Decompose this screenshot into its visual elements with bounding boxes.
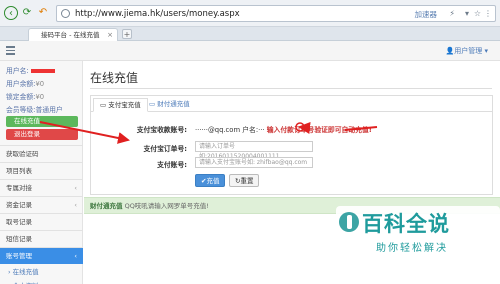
menu-label: 资金记录 xyxy=(6,201,32,209)
page-icon xyxy=(61,9,70,18)
submenu-online-recharge[interactable]: › 在线充值 xyxy=(0,265,83,279)
recharge-panel: ▭ 支付宝充值 ▭ 财付通充值 支付宝收款账号: ······@qq.com 户… xyxy=(90,95,493,195)
logout-button[interactable]: 退出登录 xyxy=(6,129,78,140)
tab-bar: 接码平台 - 在线充值 × + xyxy=(0,27,500,41)
level-value: 普通用户 xyxy=(35,106,63,114)
sidebar: 用户名: 用户余额:¥0 锁定金额:¥0 会员等级:普通用户 在线充值 退出登录… xyxy=(0,61,83,284)
menu-project-list[interactable]: 项目列表 xyxy=(0,162,83,179)
undo-icon[interactable]: ↶ xyxy=(36,6,50,20)
order-number-label: 支付宝订单号: xyxy=(143,145,188,153)
app-header: 👤用户管理 ▾ xyxy=(0,41,500,61)
menu-sms-records[interactable]: 短信记录 xyxy=(0,230,83,247)
back-icon[interactable]: ‹ xyxy=(4,6,18,20)
chevron-left-icon: ‹ xyxy=(74,201,77,209)
recharge-button[interactable]: ✔充值 xyxy=(195,174,226,187)
watermark: 百科全说 助你轻松解决 xyxy=(336,206,500,260)
accelerator-label[interactable]: 加速器 xyxy=(415,9,438,20)
lightning-icon[interactable]: ⚡ xyxy=(449,9,455,18)
online-recharge-button[interactable]: 在线充值 xyxy=(6,116,78,127)
menu-label: 项目列表 xyxy=(6,167,32,175)
level-row: 会员等级:普通用户 xyxy=(6,104,63,114)
chevron-left-icon: ‹ xyxy=(74,252,77,260)
menu-label: 账号管理 xyxy=(6,252,32,260)
hamburger-icon[interactable] xyxy=(6,46,15,55)
alipay-account-value: ······@qq.com 户名:··· 输入付款订单号验证即可自动充值! xyxy=(195,124,372,134)
alipay-account-text: ······@qq.com 户名:··· xyxy=(195,126,265,134)
page-title: 在线充值 xyxy=(90,71,139,85)
username-label: 用户名: xyxy=(6,67,29,75)
menu-label: 短信记录 xyxy=(6,235,32,243)
username-redacted xyxy=(30,69,55,73)
menu-label: 获取验证码 xyxy=(6,150,39,158)
notice-title: 财付通充值 xyxy=(90,202,123,210)
bookmark-icon[interactable]: ☆ xyxy=(474,9,481,18)
frozen-label: 锁定金额: xyxy=(6,93,36,101)
new-tab-button[interactable]: + xyxy=(122,29,132,39)
menu-account-management[interactable]: 账号管理 ‹ xyxy=(0,247,83,264)
menu-label: 专属对接 xyxy=(6,184,32,192)
balance-row: 用户余额:¥0 xyxy=(6,78,44,88)
menu-label: 取号记录 xyxy=(6,218,32,226)
alipay-account-note: 输入付款订单号验证即可自动充值! xyxy=(266,126,372,134)
menu-icon[interactable]: ⋮ xyxy=(484,9,492,18)
refresh-icon[interactable]: ⟳ xyxy=(20,6,34,20)
dropdown-icon[interactable]: ▾ xyxy=(465,9,469,18)
order-number-input[interactable]: 请输入订单号如:2016011520004001111 xyxy=(195,141,313,160)
menu-fund-records[interactable]: 资金记录 ‹ xyxy=(0,196,83,213)
tab-label: 财付通充值 xyxy=(157,100,190,108)
url-text: http://www.jiema.hk/users/money.aspx xyxy=(75,9,240,19)
menu-exclusive[interactable]: 专属对接 ‹ xyxy=(0,179,83,196)
watermark-title: 百科全说 xyxy=(362,212,450,236)
alipay-account-label: 支付宝收款账号: xyxy=(136,126,187,134)
username-row: 用户名: xyxy=(6,65,55,75)
menu-number-records[interactable]: 取号记录 xyxy=(0,213,83,230)
tab-alipay[interactable]: ▭ 支付宝充值 xyxy=(93,98,148,112)
tab-online-recharge[interactable]: 接码平台 - 在线充值 × xyxy=(28,28,118,41)
level-label: 会员等级: xyxy=(6,106,36,114)
submenu-profile[interactable]: › 个人资料 xyxy=(0,279,83,284)
card-icon: ▭ xyxy=(100,101,109,109)
notice-text: QQ吱吼请输入网罗单号充值! xyxy=(124,202,209,210)
monitor-icon: ▭ xyxy=(149,100,158,108)
address-bar[interactable]: http://www.jiema.hk/users/money.aspx 加速器… xyxy=(56,5,496,22)
title-divider xyxy=(90,88,492,89)
pay-account-label: 支付账号: xyxy=(157,161,187,169)
close-icon[interactable]: × xyxy=(107,29,113,41)
pencil-logo-icon xyxy=(339,212,359,232)
menu-get-code[interactable]: 获取验证码 xyxy=(0,145,83,162)
frozen-row: 锁定金额:¥0 xyxy=(6,91,44,101)
tab-tenpay[interactable]: ▭ 财付通充值 xyxy=(143,98,196,112)
browser-toolbar: ‹ ⟳ ↶ http://www.jiema.hk/users/money.as… xyxy=(0,0,500,27)
tab-label: 支付宝充值 xyxy=(108,101,141,109)
user-management-menu[interactable]: 👤用户管理 ▾ xyxy=(446,46,488,56)
reset-button[interactable]: ↻重置 xyxy=(229,174,260,187)
tab-title: 接码平台 - 在线充值 xyxy=(41,31,100,39)
pay-account-input[interactable]: 请输入支付宝账号如: zhifbao@qq.com xyxy=(195,157,313,168)
balance-label: 用户余额: xyxy=(6,80,36,88)
frozen-value: ¥0 xyxy=(35,93,45,101)
watermark-subtitle: 助你轻松解决 xyxy=(376,243,448,254)
chevron-left-icon: ‹ xyxy=(74,184,77,192)
balance-value: ¥0 xyxy=(35,80,45,88)
